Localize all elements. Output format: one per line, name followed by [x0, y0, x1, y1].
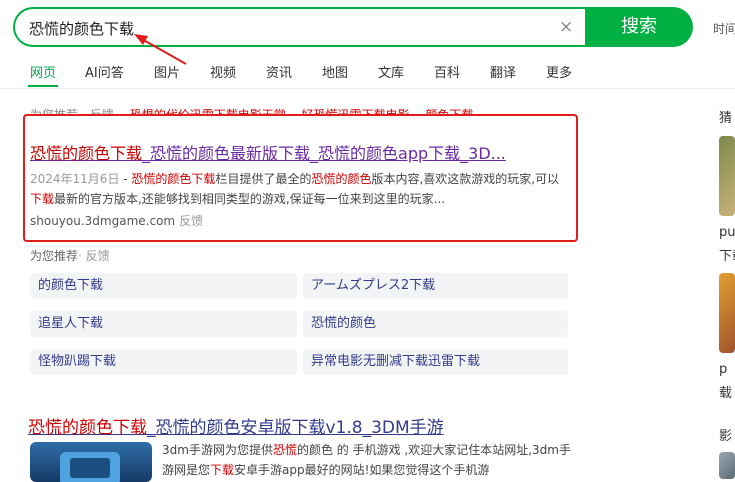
desc-text: 安卓手游app最好的网站!如果您觉得这个手机游 — [234, 463, 490, 477]
sidebar-item-text[interactable]: p — [719, 362, 727, 377]
sidebar-item-text[interactable]: pu — [719, 225, 735, 240]
recommendations-header: 为您推荐· 反馈 — [30, 247, 110, 264]
desc-highlight: 恐慌 — [272, 443, 297, 457]
highlighted-result-box: 恐慌的颜色下载_恐慌的颜色最新版下载_恐慌的颜色app下载_3D... 2024… — [23, 114, 578, 242]
desc-highlight: 恐慌的颜色 — [311, 172, 372, 186]
result-feedback[interactable]: 反馈 — [179, 214, 203, 228]
active-tab-indicator — [28, 85, 58, 87]
recommendation-chip[interactable]: 异常电影无删减下载迅雷下载 — [303, 349, 568, 375]
result-description: 3dm手游网为您提供恐慌的颜色 的 手机游戏 ,欢迎大家记住本站网址,3dm手游… — [162, 440, 572, 480]
desc-highlight: 下载 — [30, 192, 55, 206]
recommendation-chip[interactable]: アームズプレス2下载 — [303, 273, 568, 299]
title-rest: _恐慌的颜色安卓版下载v1.8_3DM手游 — [147, 418, 444, 438]
title-rest: _恐慌的颜色最新版下载_恐慌的颜色app下载_3D... — [142, 144, 506, 163]
result-title-link[interactable]: 恐慌的颜色下载_恐慌的颜色最新版下载_恐慌的颜色app下载_3D... — [30, 140, 506, 164]
tab-library[interactable]: 文库 — [378, 62, 404, 81]
recommendation-chip[interactable]: 追星人下载 — [30, 311, 297, 337]
desc-text: 版本内容,喜欢这款游戏的玩家,可以 — [371, 172, 560, 186]
tab-encyclopedia[interactable]: 百科 — [434, 62, 460, 81]
tab-more[interactable]: 更多 — [546, 62, 572, 81]
tab-translate[interactable]: 翻译 — [490, 62, 516, 81]
tab-ai-qa[interactable]: AI问答 — [85, 62, 124, 81]
sidebar-game-image[interactable] — [719, 136, 735, 216]
tab-maps[interactable]: 地图 — [322, 62, 348, 81]
rec-feedback[interactable]: · 反馈 — [78, 249, 110, 263]
sidebar-item-text[interactable]: 下载 — [719, 245, 735, 264]
rec-label: 为您推荐 — [30, 249, 79, 263]
tab-images[interactable]: 图片 — [154, 62, 180, 81]
clear-icon[interactable]: × — [559, 17, 573, 37]
result-date: 2024年11月6日 — [30, 172, 120, 186]
annotation-arrow-icon — [134, 34, 187, 65]
recommendation-chip[interactable]: 恐慌的颜色 — [303, 311, 568, 337]
desc-sep: - — [119, 172, 132, 186]
tab-news[interactable]: 资讯 — [266, 62, 292, 81]
title-highlight: 恐慌的颜色下载 — [28, 418, 147, 438]
sidebar-item-text[interactable]: 载 — [719, 382, 732, 401]
desc-text: 最新的官方版本,还能够找到相同类型的游戏,保证每一位来到这里的玩家... — [54, 192, 446, 206]
game-thumbnail-icon — [60, 452, 120, 482]
desc-highlight: 恐慌的颜色下载 — [131, 172, 216, 186]
source-url[interactable]: shouyou.3dmgame.com — [30, 214, 175, 228]
result-source: shouyou.3dmgame.com 反馈 — [30, 212, 203, 229]
nav-divider — [0, 88, 735, 89]
search-button[interactable]: 搜索 — [585, 7, 693, 47]
sidebar-image[interactable] — [719, 452, 735, 479]
result-thumbnail[interactable] — [30, 442, 152, 482]
time-filter[interactable]: 时间 — [713, 20, 735, 37]
desc-text: 3dm手游网为您提供 — [162, 443, 273, 457]
result-description: 2024年11月6日 - 恐慌的颜色下载栏目提供了最全的恐慌的颜色版本内容,喜欢… — [30, 169, 570, 209]
tab-videos[interactable]: 视频 — [210, 62, 236, 81]
sidebar-title: 猜 — [719, 111, 733, 126]
sidebar-game-image[interactable] — [719, 273, 735, 353]
result-title-link[interactable]: 恐慌的颜色下载_恐慌的颜色安卓版下载v1.8_3DM手游 — [28, 413, 444, 438]
tab-web[interactable]: 网页 — [30, 62, 56, 81]
desc-highlight: 下载 — [210, 463, 235, 477]
sidebar-section-title: 影 — [719, 429, 733, 444]
title-highlight: 恐慌的颜色下载 — [30, 144, 143, 163]
recommendation-chip[interactable]: 怪物趴踢下载 — [30, 349, 297, 375]
desc-text: 栏目提供了最全的 — [215, 172, 312, 186]
recommendation-chip[interactable]: 的颜色下载 — [30, 273, 297, 299]
